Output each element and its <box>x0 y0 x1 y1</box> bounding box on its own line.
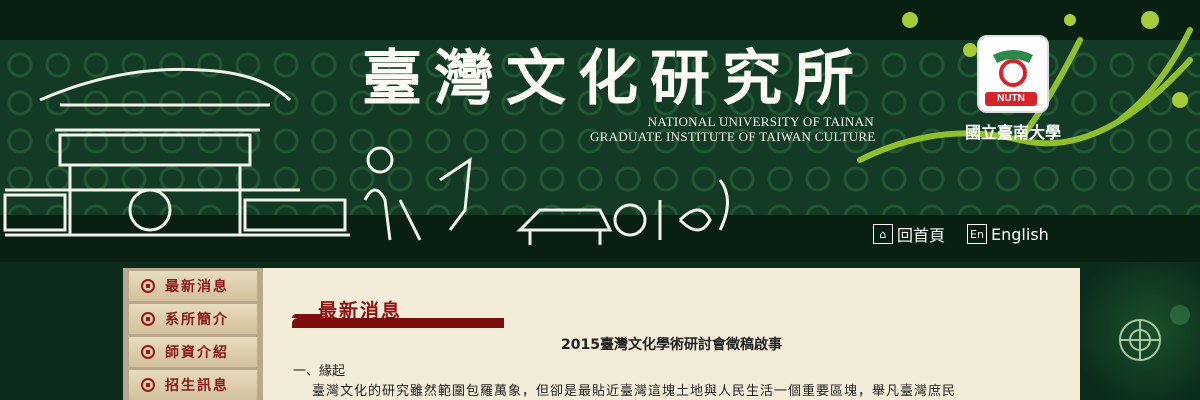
section-title-underline <box>292 314 504 328</box>
logo-emblem-icon <box>993 50 1033 87</box>
flower-bullet-icon <box>141 312 155 326</box>
sidebar-item-label: 最新消息 <box>165 279 229 295</box>
sidebar-item-label: 招生訊息 <box>165 378 229 394</box>
sidebar-item-faculty[interactable]: 師資介紹 <box>129 337 257 367</box>
sidebar-item-label: 師資介紹 <box>165 345 229 361</box>
sidebar-item-admissions[interactable]: 招生訊息 <box>129 370 257 400</box>
subtitle-line-2: GRADUATE INSTITUTE OF TAIWAN CULTURE <box>590 129 876 144</box>
sidebar-item-news[interactable]: 最新消息 <box>129 271 257 301</box>
sidebar-menu: 最新消息 系所簡介 師資介紹 招生訊息 <box>123 268 263 400</box>
article-heading: 一、緣起 <box>293 364 346 379</box>
top-navigation: ⌂ 回首頁 En English <box>873 222 1049 246</box>
sidebar-item-label: 系所簡介 <box>165 312 229 328</box>
university-name: 國立臺南大學 <box>964 123 1061 142</box>
flower-bullet-icon <box>141 279 155 293</box>
site-title: 臺灣文化研究所 <box>362 44 866 114</box>
site-subtitle: NATIONAL UNIVERSITY OF TAINAN GRADUATE I… <box>590 114 876 144</box>
decorative-illustrations <box>363 146 729 245</box>
flower-bullet-icon <box>141 345 155 359</box>
home-link-label: 回首頁 <box>897 226 946 245</box>
page: 臺灣文化研究所 NATIONAL UNIVERSITY OF TAINAN GR… <box>0 0 1200 400</box>
sidebar-item-about[interactable]: 系所簡介 <box>129 304 257 334</box>
article-paragraph: 臺灣文化的研究雖然範圍包羅萬象，但卻是最貼近臺灣這塊土地與人民生活一個重要區塊，… <box>312 384 957 399</box>
english-link-label: English <box>991 224 1049 244</box>
temple-gate-illustration <box>3 67 350 237</box>
logo-badge: NUTN <box>985 92 1037 106</box>
flower-decoration-icon <box>1119 305 1190 361</box>
english-link[interactable]: En English <box>967 222 1049 246</box>
en-icon: En <box>967 224 988 244</box>
home-icon: ⌂ <box>873 224 893 244</box>
article-title: 2015臺灣文化學術研討會徵稿啟事 <box>561 337 782 353</box>
site-header: 臺灣文化研究所 NATIONAL UNIVERSITY OF TAINAN GR… <box>0 0 1200 262</box>
home-link[interactable]: ⌂ 回首頁 <box>873 222 945 246</box>
flower-bullet-icon <box>141 378 155 392</box>
subtitle-line-1: NATIONAL UNIVERSITY OF TAINAN <box>647 114 874 129</box>
